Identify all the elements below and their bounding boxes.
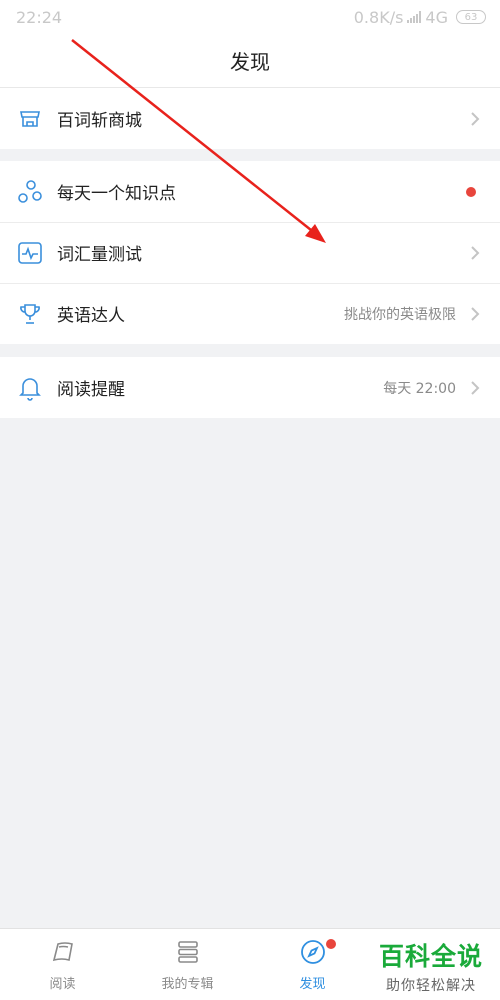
menu-group-store: 百词斩商城	[0, 88, 500, 149]
menu-item-label: 百词斩商城	[57, 111, 142, 131]
chevron-right-icon	[471, 380, 480, 395]
menu-item-reading-reminder[interactable]: 阅读提醒 每天 22:00	[0, 357, 500, 418]
battery-icon: 63	[456, 10, 486, 24]
molecule-icon	[16, 178, 44, 206]
page-title: 发现	[230, 50, 270, 74]
menu-item-daily-knowledge[interactable]: 每天一个知识点	[0, 161, 500, 222]
tab-label: 我的专辑	[161, 977, 214, 992]
tab-label: 阅读	[49, 977, 76, 992]
store-icon	[16, 105, 44, 133]
menu-group-reminder: 阅读提醒 每天 22:00	[0, 357, 500, 418]
pulse-chart-icon	[16, 239, 44, 267]
chevron-right-icon	[471, 111, 480, 126]
watermark-subtitle: 助你轻松解决	[386, 978, 476, 994]
tab-my-albums[interactable]: 我的专辑	[125, 929, 250, 1000]
status-bar: 22:24 0.8K/s 4G 63	[0, 0, 500, 34]
watermark: 百科全说 助你轻松解决	[376, 937, 486, 995]
tab-label: 发现	[299, 977, 326, 992]
menu-item-label: 词汇量测试	[57, 245, 142, 265]
watermark-title: 百科全说	[378, 942, 483, 971]
book-icon	[50, 939, 76, 969]
stack-icon	[175, 939, 201, 969]
menu-item-store[interactable]: 百词斩商城	[0, 88, 500, 149]
menu-item-english-master[interactable]: 英语达人 挑战你的英语极限	[0, 283, 500, 344]
menu-item-vocab-test[interactable]: 词汇量测试	[0, 222, 500, 283]
compass-icon	[300, 939, 326, 969]
menu-item-subtitle: 挑战你的英语极限	[344, 306, 456, 323]
chevron-right-icon	[471, 306, 480, 321]
menu-item-label: 英语达人	[57, 306, 125, 326]
signal-icon	[407, 11, 422, 23]
battery-level: 63	[464, 11, 478, 23]
network-type: 4G	[425, 7, 448, 27]
menu-item-subtitle: 每天 22:00	[383, 380, 456, 397]
menu-group-learning: 每天一个知识点 词汇量测试 英语达人 挑战你的英语极限	[0, 161, 500, 344]
trophy-icon	[16, 300, 44, 328]
tab-discover[interactable]: 发现	[250, 929, 375, 1000]
chevron-right-icon	[471, 245, 480, 260]
notification-dot	[466, 186, 476, 197]
status-indicators: 0.8K/s 4G 63	[354, 8, 486, 27]
menu-item-label: 阅读提醒	[57, 380, 125, 400]
tab-badge-dot	[326, 939, 336, 949]
tab-reading[interactable]: 阅读	[0, 929, 125, 1000]
network-speed: 0.8K/s	[353, 7, 404, 27]
status-time: 22:24	[16, 7, 63, 27]
bell-icon	[16, 374, 44, 402]
annotation-arrow	[71, 39, 326, 243]
title-bar: 发现	[0, 34, 500, 88]
menu-item-label: 每天一个知识点	[57, 184, 176, 204]
